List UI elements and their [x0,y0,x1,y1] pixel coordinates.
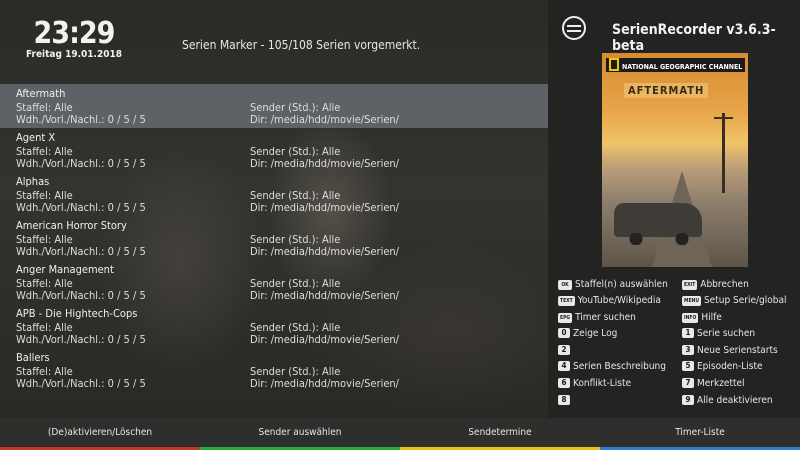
blue-button-label: Timer-Liste [675,427,725,438]
key-hint-ok: OK Staffel(n) auswählen [558,278,668,292]
key-hint-8: 8 [558,394,573,408]
list-item[interactable]: Alphas Staffel: Alle Wdh./Vorl./Nachl.: … [0,172,550,216]
key-0-icon: 0 [558,328,570,338]
menu-key-icon: MENU [682,296,701,306]
list-item[interactable]: Aftermath Staffel: Alle Wdh./Vorl./Nachl… [0,84,550,128]
serienrecorder-logo-icon [562,16,586,40]
clock-time: 23:29 [33,16,116,51]
natgeo-logo: NATIONAL GEOGRAPHIC CHANNEL [606,58,746,72]
red-button[interactable]: (De)aktivieren/Löschen [0,418,200,450]
key-hint-4: 4 Serien Beschreibung [558,360,666,374]
epg-key-icon: EPG [558,313,573,323]
clock: 23:29 Freitag 19.01.2018 [24,16,124,61]
series-wdh: Wdh./Vorl./Nachl.: 0 / 5 / 5 [16,377,146,390]
series-dir: Dir: /media/hdd/movie/Serien/ [250,245,400,258]
series-wdh: Wdh./Vorl./Nachl.: 0 / 5 / 5 [16,245,146,258]
list-item[interactable]: Agent X Staffel: Alle Wdh./Vorl./Nachl.:… [0,128,550,172]
series-name: APB - Die Hightech-Cops [16,307,138,320]
series-wdh: Wdh./Vorl./Nachl.: 0 / 5 / 5 [16,289,146,302]
series-poster: NATIONAL GEOGRAPHIC CHANNEL AFTERMATH [602,53,748,267]
series-dir: Dir: /media/hdd/movie/Serien/ [250,201,400,214]
series-dir: Dir: /media/hdd/movie/Serien/ [250,377,400,390]
list-item[interactable]: Ballers Staffel: Alle Wdh./Vorl./Nachl.:… [0,348,550,392]
green-button[interactable]: Sender auswählen [200,418,400,450]
yellow-button-label: Sendetermine [468,427,532,438]
key-5-icon: 5 [682,361,694,371]
key-hint-menu: MENU Setup Serie/global [682,295,787,306]
page-title: Serien Marker - 105/108 Serien vorgemerk… [182,38,421,52]
info-sidebar: SerienRecorder v3.6.3-beta NATIONAL GEOG… [548,0,800,418]
key-4-icon: 4 [558,361,570,371]
app-title: SerienRecorder v3.6.3-beta [612,22,776,54]
list-item[interactable]: Anger Management Staffel: Alle Wdh./Vorl… [0,260,550,304]
key-hint-0: 0 Zeige Log [558,327,617,341]
key-3-icon: 3 [682,345,694,355]
yellow-button[interactable]: Sendetermine [400,418,600,450]
series-dir: Dir: /media/hdd/movie/Serien/ [250,289,400,302]
series-name: Alphas [16,175,50,188]
red-button-label: (De)aktivieren/Löschen [47,427,153,438]
green-button-label: Sender auswählen [258,427,342,438]
key-2-icon: 2 [558,345,570,355]
key-6-icon: 6 [558,378,570,388]
clock-date: Freitag 19.01.2018 [26,49,122,60]
key-9-icon: 9 [682,395,694,405]
series-name: Anger Management [16,263,114,276]
ok-key-icon: OK [558,280,572,290]
key-hint-1: 1 Serie suchen [682,327,755,341]
series-wdh: Wdh./Vorl./Nachl.: 0 / 5 / 5 [16,201,146,214]
key-hint-9: 9 Alle deaktivieren [682,394,773,408]
series-dir: Dir: /media/hdd/movie/Serien/ [250,113,400,126]
key-7-icon: 7 [682,378,694,388]
key-1-icon: 1 [682,328,694,338]
series-name: American Horror Story [16,219,127,232]
key-hint-5: 5 Episoden-Liste [682,360,763,374]
series-wdh: Wdh./Vorl./Nachl.: 0 / 5 / 5 [16,113,146,126]
key-hint-exit: EXIT Abbrechen [682,279,749,290]
key-hint-6: 6 Konflikt-Liste [558,377,631,391]
series-marker-list: Aftermath Staffel: Alle Wdh./Vorl./Nachl… [0,84,550,392]
key-hint-3: 3 Neue Serienstarts [682,344,778,358]
color-button-bar: (De)aktivieren/Löschen Sender auswählen … [0,418,800,450]
exit-key-icon: EXIT [682,280,698,290]
series-dir: Dir: /media/hdd/movie/Serien/ [250,333,400,346]
list-item[interactable]: American Horror Story Staffel: Alle Wdh.… [0,216,550,260]
series-name: Agent X [16,131,56,144]
blue-button[interactable]: Timer-Liste [600,418,800,450]
key-hint-epg: EPG Timer suchen [558,312,636,323]
text-key-icon: TEXT [558,296,575,306]
key-hint-2: 2 [558,344,573,358]
poster-title: AFTERMATH [624,83,709,98]
wrecked-car-graphic [614,203,702,245]
key-hint-text: TEXT YouTube/Wikipedia [558,295,661,306]
series-name: Ballers [16,351,50,364]
series-name: Aftermath [16,87,66,100]
series-dir: Dir: /media/hdd/movie/Serien/ [250,157,400,170]
utility-pole-graphic [714,113,733,193]
key-hint-info: INFO Hilfe [682,312,722,323]
info-key-icon: INFO [682,313,699,323]
key-8-icon: 8 [558,395,570,405]
series-wdh: Wdh./Vorl./Nachl.: 0 / 5 / 5 [16,333,146,346]
key-hint-7: 7 Merkzettel [682,377,745,391]
series-wdh: Wdh./Vorl./Nachl.: 0 / 5 / 5 [16,157,146,170]
list-item[interactable]: APB - Die Hightech-Cops Staffel: Alle Wd… [0,304,550,348]
